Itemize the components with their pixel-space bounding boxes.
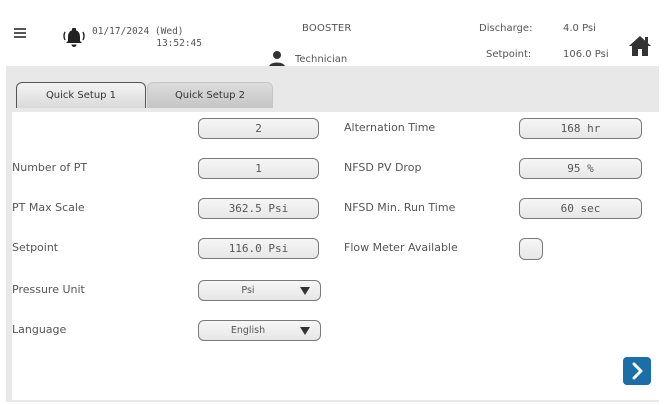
pressure-unit-value: Psi [241,285,255,296]
number-of-pt-field[interactable]: 1 [198,158,319,179]
current-time: 13:52:45 [156,38,202,49]
language-value: English [230,325,266,336]
screen: 01/17/2024 (Wed) 13:52:45 BOOSTER Techni… [0,0,664,405]
discharge-label: Discharge: [479,23,533,34]
content-area: Quick Setup 1 Quick Setup 2 2 Number of … [6,66,659,402]
home-icon[interactable] [628,34,652,58]
language-dropdown[interactable]: English [198,320,321,341]
header-setpoint-value: 106.0 Psi [563,49,609,60]
setpoint-label: Setpoint [12,241,59,254]
current-date: 01/17/2024 (Wed) [92,26,184,37]
discharge-value: 4.0 Psi [563,23,596,34]
pressure-unit-dropdown[interactable]: Psi [198,280,321,301]
chevron-down-icon [300,327,310,335]
nfsd-pv-drop-field[interactable]: 95 % [519,158,642,179]
pressure-unit-label: Pressure Unit [12,283,85,296]
user-role: Technician [295,54,348,65]
menu-icon[interactable] [14,28,26,38]
flow-meter-available-label: Flow Meter Available [344,241,458,254]
pt-max-scale-label: PT Max Scale [12,201,85,214]
alternation-time-field[interactable]: 168 hr [519,118,642,139]
tab-quick-setup-1[interactable]: Quick Setup 1 [16,82,146,108]
unlabeled-value-field[interactable]: 2 [198,118,319,139]
nfsd-min-run-time-field[interactable]: 60 sec [519,198,642,219]
language-label: Language [12,323,67,336]
header-bar: 01/17/2024 (Wed) 13:52:45 BOOSTER Techni… [6,10,660,67]
flow-meter-available-checkbox[interactable] [519,238,543,260]
header-setpoint-label: Setpoint: [486,49,532,60]
pt-max-scale-field[interactable]: 362.5 Psi [198,198,319,219]
nfsd-pv-drop-label: NFSD PV Drop [344,161,422,174]
chevron-right-icon [632,362,643,380]
next-button[interactable] [623,357,651,385]
alternation-time-label: Alternation Time [344,121,436,134]
setpoint-field[interactable]: 116.0 Psi [198,238,319,259]
tab-quick-setup-2[interactable]: Quick Setup 2 [147,82,273,108]
settings-panel: 2 Number of PT 1 PT Max Scale 362.5 Psi … [12,112,659,400]
nfsd-min-run-time-label: NFSD Min. Run Time [344,201,456,214]
app-title: BOOSTER [302,23,352,34]
alarm-icon[interactable] [61,27,87,49]
number-of-pt-label: Number of PT [12,161,88,174]
date-time-display: 01/17/2024 (Wed) 13:52:45 [92,26,202,50]
chevron-down-icon [300,287,310,295]
